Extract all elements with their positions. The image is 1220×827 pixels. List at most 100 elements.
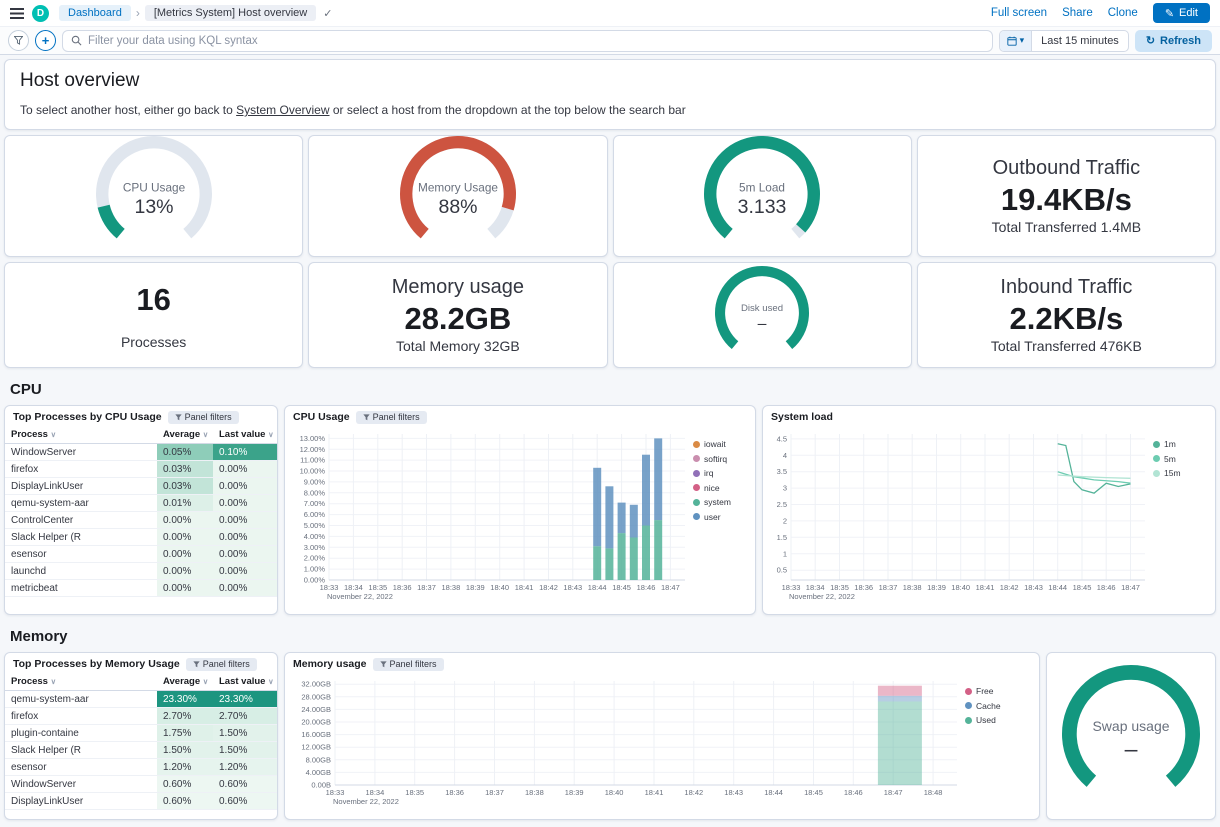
panel-memory-usage-chart: Memory usage Panel filters 0.00B4.00GB8.… xyxy=(284,652,1040,820)
svg-text:18:37: 18:37 xyxy=(879,583,898,592)
svg-text:4.00%: 4.00% xyxy=(304,532,326,541)
column-header[interactable]: Last value ∨ xyxy=(213,426,277,444)
legend-item[interactable]: user xyxy=(693,512,739,522)
column-header[interactable]: Process ∨ xyxy=(5,426,157,444)
legend-item[interactable]: 5m xyxy=(1153,454,1199,464)
legend-item[interactable]: nice xyxy=(693,483,739,493)
svg-text:16.00GB: 16.00GB xyxy=(301,730,331,739)
svg-text:18:45: 18:45 xyxy=(612,583,631,592)
metric-subtitle: Total Transferred 476KB xyxy=(991,338,1142,354)
table-row: esensor0.00%0.00% xyxy=(5,546,277,563)
top-bar: D Dashboard › [Metrics System] Host over… xyxy=(0,0,1220,26)
svg-text:18:45: 18:45 xyxy=(1073,583,1092,592)
memory-usage-chart: 0.00B4.00GB8.00GB12.00GB16.00GB20.00GB24… xyxy=(289,673,965,814)
intro-text-after: or select a host from the dropdown at th… xyxy=(330,103,686,117)
check-icon: ✓ xyxy=(323,7,332,20)
column-header[interactable]: Average ∨ xyxy=(157,673,213,691)
process-name: DisplayLinkUser xyxy=(5,793,157,810)
metric-row-2: 16 Processes Memory usage 28.2GB Total M… xyxy=(4,262,1216,368)
svg-text:12.00GB: 12.00GB xyxy=(301,743,331,752)
calendar-icon xyxy=(1007,36,1017,46)
svg-text:18:46: 18:46 xyxy=(637,583,656,592)
breadcrumb-dashboard[interactable]: Dashboard xyxy=(59,5,131,21)
clone-link[interactable]: Clone xyxy=(1108,7,1138,19)
last-value: 1.50% xyxy=(213,742,277,759)
process-name: Slack Helper (R xyxy=(5,529,157,546)
menu-icon[interactable] xyxy=(10,7,24,19)
panel-inbound-traffic: Inbound Traffic 2.2KB/s Total Transferre… xyxy=(917,262,1216,368)
svg-text:November 22, 2022: November 22, 2022 xyxy=(333,797,399,806)
funnel-icon xyxy=(380,661,387,668)
panel-title: CPU Usage xyxy=(293,411,350,423)
svg-text:18:35: 18:35 xyxy=(405,788,424,797)
refresh-button[interactable]: ↻ Refresh xyxy=(1135,30,1212,52)
search-icon xyxy=(71,35,82,46)
legend-item[interactable]: Free xyxy=(965,686,1011,696)
page-title: Host overview xyxy=(20,70,1200,92)
system-overview-link[interactable]: System Overview xyxy=(236,103,329,117)
metric-value: 16 xyxy=(136,281,170,318)
panel-disk-gauge: Disk used– xyxy=(613,262,912,368)
svg-text:18:38: 18:38 xyxy=(442,583,461,592)
metric-title: Memory usage xyxy=(392,276,524,299)
svg-text:18:45: 18:45 xyxy=(804,788,823,797)
svg-text:4.00GB: 4.00GB xyxy=(306,768,331,777)
process-name: firefox xyxy=(5,708,157,725)
legend-item[interactable]: 1m xyxy=(1153,439,1199,449)
panel-filters-label: Panel filters xyxy=(203,660,250,669)
legend-dot-icon xyxy=(693,455,700,462)
svg-text:20.00GB: 20.00GB xyxy=(301,718,331,727)
process-name: esensor xyxy=(5,759,157,776)
svg-text:6.00%: 6.00% xyxy=(304,510,326,519)
average-value: 1.20% xyxy=(157,759,213,776)
legend-item[interactable]: irq xyxy=(693,468,739,478)
svg-text:18:43: 18:43 xyxy=(1024,583,1043,592)
last-value: 0.00% xyxy=(213,478,277,495)
svg-text:18:39: 18:39 xyxy=(565,788,584,797)
legend-item[interactable]: softirq xyxy=(693,454,739,464)
column-header[interactable]: Average ∨ xyxy=(157,426,213,444)
kql-search-input[interactable] xyxy=(88,35,984,47)
svg-text:18:37: 18:37 xyxy=(417,583,436,592)
date-picker-button[interactable]: ▾ xyxy=(1000,31,1033,51)
panel-filters-label: Panel filters xyxy=(373,413,420,422)
panel-filters-badge[interactable]: Panel filters xyxy=(356,411,427,424)
average-value: 0.60% xyxy=(157,776,213,793)
edit-button[interactable]: ✎ Edit xyxy=(1153,3,1210,23)
legend-item[interactable]: 15m xyxy=(1153,468,1199,478)
svg-text:13.00%: 13.00% xyxy=(300,434,326,443)
panel-title: System load xyxy=(771,411,833,423)
svg-text:18:44: 18:44 xyxy=(764,788,783,797)
svg-text:18:46: 18:46 xyxy=(844,788,863,797)
cpu-process-table: Process ∨Average ∨Last value ∨WindowServ… xyxy=(5,426,277,597)
svg-text:18:35: 18:35 xyxy=(368,583,387,592)
average-value: 0.60% xyxy=(157,793,213,810)
last-value: 0.60% xyxy=(213,793,277,810)
svg-text:32.00GB: 32.00GB xyxy=(301,680,331,689)
last-value: 0.00% xyxy=(213,461,277,478)
legend-item[interactable]: Cache xyxy=(965,701,1011,711)
legend-dot-icon xyxy=(693,470,700,477)
column-header[interactable]: Last value ∨ xyxy=(213,673,277,691)
share-link[interactable]: Share xyxy=(1062,7,1093,19)
kql-search[interactable] xyxy=(62,30,993,52)
svg-text:18:41: 18:41 xyxy=(515,583,534,592)
panel-filters-badge[interactable]: Panel filters xyxy=(373,658,444,671)
svg-text:18:44: 18:44 xyxy=(1048,583,1067,592)
svg-text:18:38: 18:38 xyxy=(525,788,544,797)
full-screen-link[interactable]: Full screen xyxy=(991,7,1047,19)
legend-item[interactable]: Used xyxy=(965,715,1011,725)
intro-text: To select another host, either go back t… xyxy=(20,103,1200,117)
filter-sets-button[interactable] xyxy=(8,30,29,51)
column-header[interactable]: Process ∨ xyxy=(5,673,157,691)
legend-item[interactable]: iowait xyxy=(693,439,739,449)
panel-filters-badge[interactable]: Panel filters xyxy=(186,658,257,671)
metric-label: Processes xyxy=(121,334,186,350)
time-range-label[interactable]: Last 15 minutes xyxy=(1032,31,1128,51)
process-name: Slack Helper (R xyxy=(5,742,157,759)
legend-item[interactable]: system xyxy=(693,497,739,507)
elastic-logo[interactable]: D xyxy=(32,5,49,22)
add-filter-button[interactable]: + xyxy=(35,30,56,51)
legend-dot-icon xyxy=(693,484,700,491)
panel-filters-badge[interactable]: Panel filters xyxy=(168,411,239,424)
